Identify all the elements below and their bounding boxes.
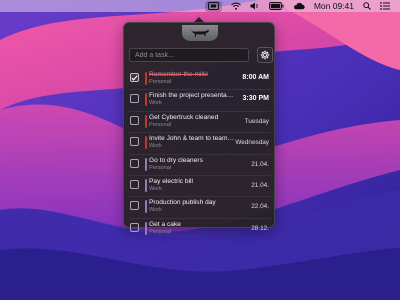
task-item[interactable]: Finish the project presentation Work 3:3… bbox=[124, 89, 276, 110]
gear-icon bbox=[260, 50, 270, 60]
task-list-name: Work bbox=[149, 185, 162, 192]
task-due: 22.04. bbox=[251, 203, 269, 211]
wifi-icon[interactable] bbox=[230, 0, 241, 12]
task-item[interactable]: Invite John & team to teambuil... Work W… bbox=[124, 132, 276, 153]
task-due: Tuesday bbox=[244, 117, 269, 125]
task-list-name: Work bbox=[149, 143, 162, 150]
task-due: 3:30 PM bbox=[242, 95, 269, 103]
task-item[interactable]: Get Cybertruck cleaned Personal Tuesday bbox=[124, 110, 276, 132]
task-title: Get Cybertruck cleaned bbox=[149, 113, 219, 121]
task-color-bar bbox=[145, 200, 147, 214]
task-list-name: Work bbox=[149, 207, 162, 214]
task-title: Remember the milk! bbox=[149, 71, 208, 78]
task-app-icon[interactable] bbox=[204, 0, 222, 12]
task-due: 8:00 AM bbox=[242, 74, 269, 81]
menu-bar: Mon 09:41 bbox=[0, 0, 400, 12]
task-list-name: Personal bbox=[149, 228, 172, 235]
task-checkbox[interactable] bbox=[130, 73, 139, 82]
task-checkbox[interactable] bbox=[130, 94, 139, 104]
cloud-icon[interactable] bbox=[293, 0, 305, 12]
task-item[interactable]: Get a cake Personal 28.12. bbox=[124, 217, 276, 239]
task-checkbox[interactable] bbox=[130, 179, 139, 189]
task-due: Wednesday bbox=[235, 139, 269, 147]
task-checkbox[interactable] bbox=[130, 222, 139, 232]
task-list: Remember the milk! Personal 8:00 AM Fini… bbox=[124, 68, 276, 239]
task-item[interactable]: Remember the milk! Personal 8:00 AM bbox=[124, 68, 276, 89]
task-title: Production publish day bbox=[149, 199, 216, 207]
task-title: Go to dry cleaners bbox=[149, 156, 203, 164]
task-due: 28.12. bbox=[251, 224, 269, 232]
app-logo bbox=[182, 25, 218, 41]
task-color-bar bbox=[145, 72, 147, 85]
task-item[interactable]: Production publish day Work 22.04. bbox=[124, 196, 276, 217]
task-list-name: Personal bbox=[149, 121, 172, 128]
search-icon[interactable] bbox=[363, 0, 371, 12]
task-color-bar bbox=[145, 114, 147, 128]
task-checkbox[interactable] bbox=[130, 158, 139, 168]
add-task-input[interactable] bbox=[129, 48, 249, 62]
battery-icon[interactable] bbox=[268, 0, 284, 12]
task-item[interactable]: Go to dry cleaners Personal 21.04. bbox=[124, 153, 276, 175]
control-center-icon[interactable] bbox=[380, 0, 390, 12]
task-due: 21.04. bbox=[251, 160, 269, 168]
task-checkbox[interactable] bbox=[130, 201, 139, 211]
checkmark-icon bbox=[131, 74, 138, 81]
task-list-name: Work bbox=[149, 100, 162, 107]
menubar-clock[interactable]: Mon 09:41 bbox=[314, 0, 354, 12]
task-color-bar bbox=[145, 157, 147, 171]
task-title: Finish the project presentation bbox=[149, 92, 235, 100]
bull-icon bbox=[191, 29, 209, 37]
task-due: 21.04. bbox=[251, 181, 269, 189]
task-list-name: Personal bbox=[149, 79, 172, 85]
task-color-bar bbox=[145, 178, 147, 192]
task-checkbox[interactable] bbox=[130, 137, 139, 147]
settings-button[interactable] bbox=[257, 47, 273, 63]
task-title: Pay electric bill bbox=[149, 177, 193, 185]
task-color-bar bbox=[145, 221, 147, 235]
task-list-name: Personal bbox=[149, 164, 172, 171]
task-color-bar bbox=[145, 93, 147, 107]
task-popover: Remember the milk! Personal 8:00 AM Fini… bbox=[123, 22, 275, 235]
task-title: Get a cake bbox=[149, 220, 181, 228]
task-item[interactable]: Pay electric bill Work 21.04. bbox=[124, 174, 276, 196]
add-task-row bbox=[129, 47, 273, 63]
task-checkbox[interactable] bbox=[130, 115, 139, 125]
volume-icon[interactable] bbox=[250, 0, 260, 12]
task-color-bar bbox=[145, 136, 147, 150]
task-title: Invite John & team to teambuil... bbox=[149, 135, 235, 143]
